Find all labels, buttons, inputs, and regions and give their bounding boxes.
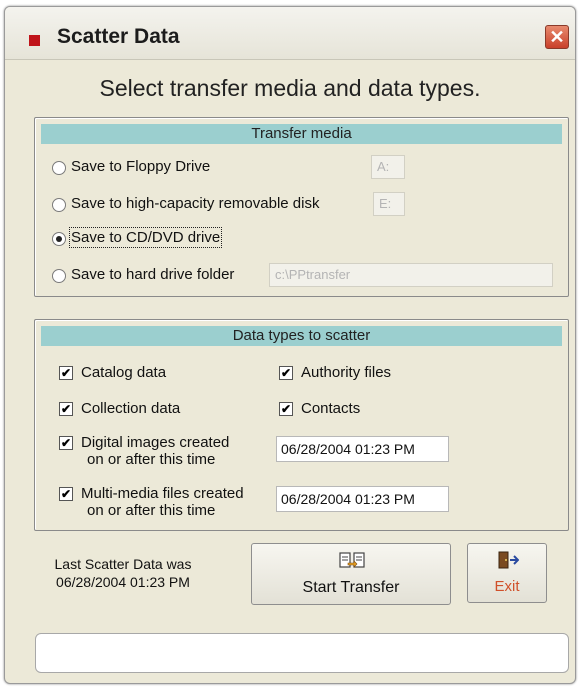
digital-images-date-field[interactable]: 06/28/2004 01:23 PM — [276, 436, 449, 462]
transfer-media-group: Transfer media Save to Floppy Drive A: S… — [34, 117, 569, 297]
contacts-label[interactable]: Contacts — [301, 400, 360, 417]
multimedia-date-field[interactable]: 06/28/2004 01:23 PM — [276, 486, 449, 512]
removable-disk-label[interactable]: Save to high-capacity removable disk — [71, 195, 319, 212]
data-types-header: Data types to scatter — [41, 326, 562, 346]
removable-disk-field[interactable]: E: — [373, 192, 405, 216]
start-transfer-button[interactable]: Start Transfer — [251, 543, 451, 605]
removable-disk-radio[interactable] — [52, 198, 66, 212]
floppy-radio[interactable] — [52, 161, 66, 175]
multimedia-checkbox[interactable]: ✔ — [59, 487, 73, 501]
multimedia-label-1[interactable]: Multi-media files created — [81, 485, 244, 502]
exit-door-icon — [498, 551, 519, 569]
authority-label[interactable]: Authority files — [301, 364, 391, 381]
multimedia-label-2: on or after this time — [87, 502, 216, 519]
start-transfer-label: Start Transfer — [302, 579, 400, 596]
cd-dvd-radio[interactable] — [52, 232, 66, 246]
contacts-checkbox[interactable]: ✔ — [279, 402, 293, 416]
page-heading: Select transfer media and data types. — [99, 75, 481, 101]
collection-label[interactable]: Collection data — [81, 400, 180, 417]
data-types-group: Data types to scatter ✔ Catalog data ✔ A… — [34, 319, 569, 531]
hard-drive-label[interactable]: Save to hard drive folder — [71, 266, 234, 283]
exit-button[interactable]: Exit — [467, 543, 547, 603]
transfer-icon — [339, 552, 365, 568]
collection-checkbox[interactable]: ✔ — [59, 402, 73, 416]
floppy-label[interactable]: Save to Floppy Drive — [71, 158, 210, 175]
digital-images-checkbox[interactable]: ✔ — [59, 436, 73, 450]
scatter-data-window: Scatter Data ✕ Select transfer media and… — [4, 6, 576, 684]
window-title: Scatter Data — [57, 25, 180, 48]
app-icon — [29, 35, 40, 46]
hard-drive-radio[interactable] — [52, 269, 66, 283]
status-bar — [35, 633, 569, 673]
last-scatter-info: Last Scatter Data was 06/28/2004 01:23 P… — [33, 555, 213, 591]
catalog-checkbox[interactable]: ✔ — [59, 366, 73, 380]
title-bar[interactable]: Scatter Data ✕ — [5, 7, 575, 60]
transfer-media-header: Transfer media — [41, 124, 562, 144]
digital-images-label-2: on or after this time — [87, 451, 216, 468]
cd-dvd-label[interactable]: Save to CD/DVD drive — [68, 227, 223, 248]
exit-label: Exit — [494, 578, 520, 595]
authority-checkbox[interactable]: ✔ — [279, 366, 293, 380]
digital-images-label-1[interactable]: Digital images created — [81, 434, 229, 451]
hard-drive-folder-field[interactable]: c:\PPtransfer — [269, 263, 553, 287]
catalog-label[interactable]: Catalog data — [81, 364, 166, 381]
last-scatter-line2: 06/28/2004 01:23 PM — [56, 574, 190, 590]
floppy-drive-field[interactable]: A: — [371, 155, 405, 179]
last-scatter-line1: Last Scatter Data was — [54, 556, 192, 572]
close-button[interactable]: ✕ — [545, 25, 569, 49]
